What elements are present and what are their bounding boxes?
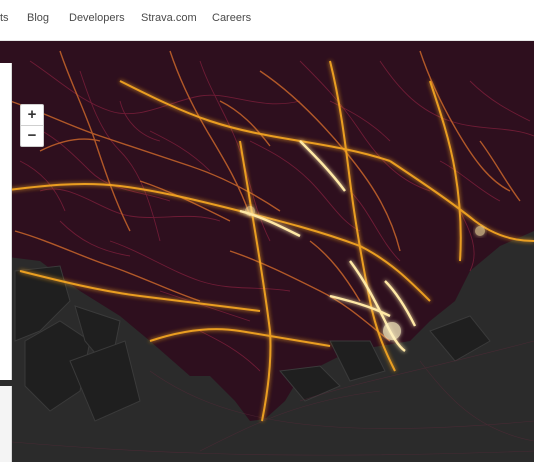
heatmap-map[interactable]: + − <box>0 41 534 462</box>
cbd-hotspot <box>383 322 401 340</box>
hotspot-3 <box>245 206 255 216</box>
left-sidebar-panel <box>0 63 12 380</box>
nav-link-truncated[interactable]: ts <box>0 12 9 24</box>
nav-link-developers[interactable]: Developers <box>69 12 125 24</box>
top-navigation: ts Blog Developers Strava.com Careers <box>0 0 534 41</box>
zoom-out-button[interactable]: − <box>21 126 43 146</box>
nav-link-strava[interactable]: Strava.com <box>141 12 197 24</box>
nav-link-blog[interactable]: Blog <box>27 12 49 24</box>
zoom-in-button[interactable]: + <box>21 105 43 126</box>
heatmap-canvas <box>0 41 534 456</box>
left-sidebar-lower-panel <box>0 386 12 462</box>
nav-link-careers[interactable]: Careers <box>212 12 251 24</box>
zoom-control: + − <box>20 104 44 147</box>
hotspot-2 <box>475 226 485 236</box>
